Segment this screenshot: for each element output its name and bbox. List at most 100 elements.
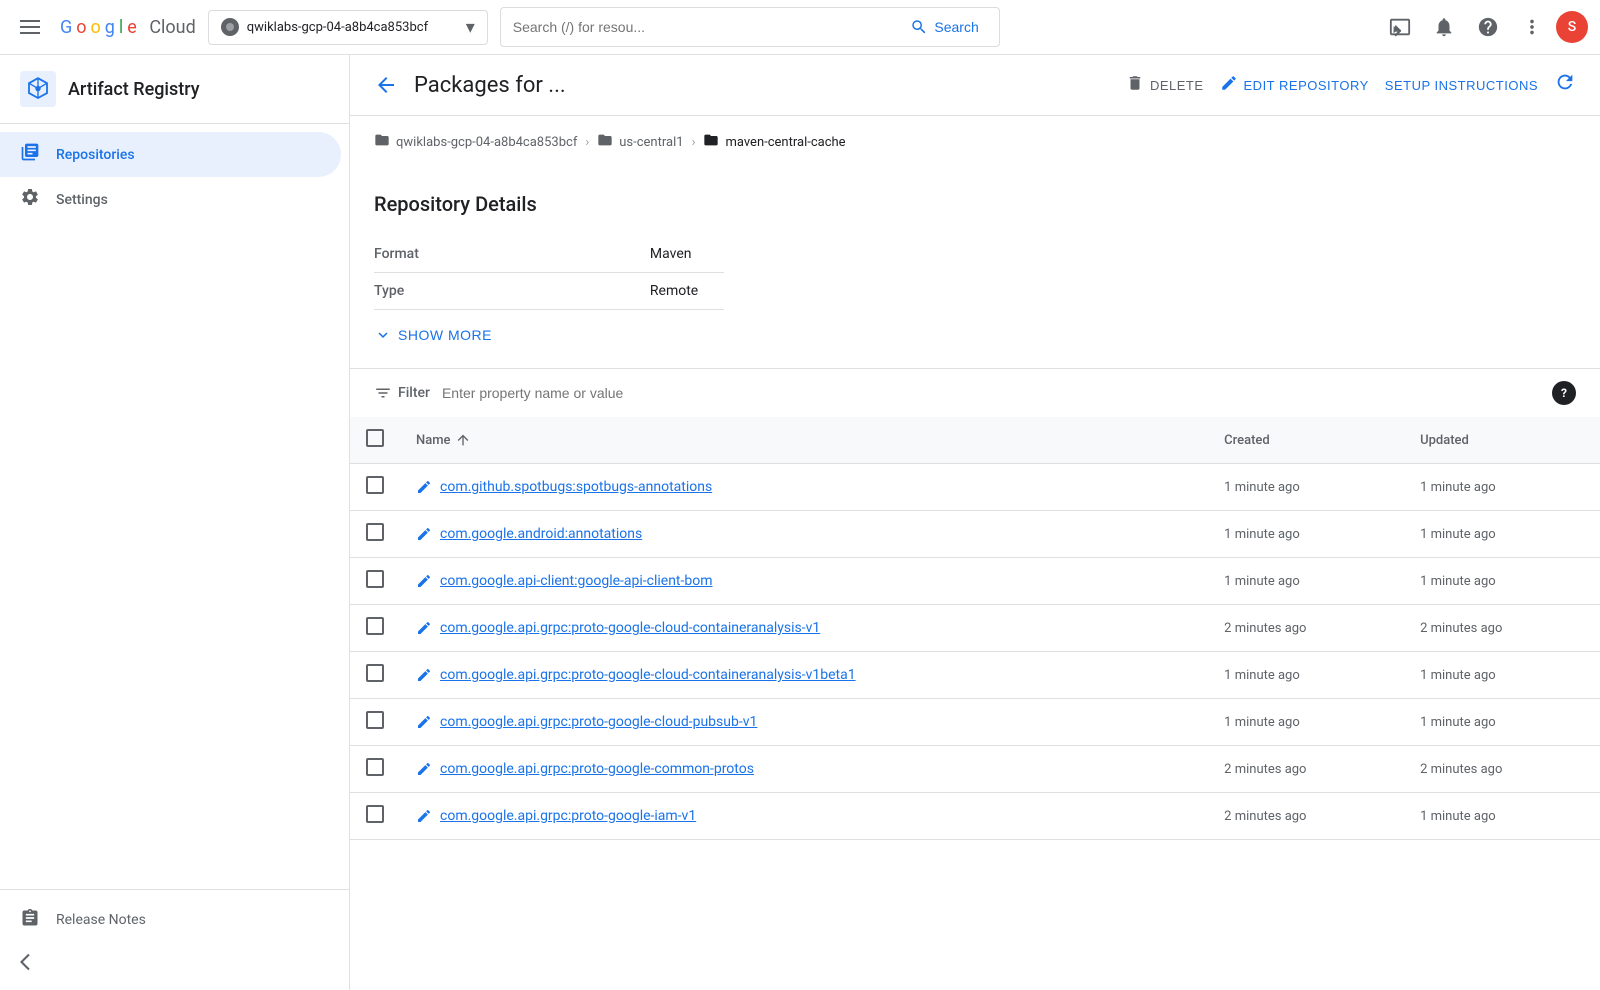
row-name-cell: com.google.android:annotations — [400, 511, 1208, 558]
row-updated-cell: 1 minute ago — [1404, 558, 1600, 605]
row-checkbox-6[interactable] — [366, 758, 384, 776]
package-link-3[interactable]: com.google.api.grpc:proto-google-cloud-c… — [416, 620, 1192, 636]
name-header-label: Name — [416, 433, 451, 448]
delete-icon — [1126, 74, 1144, 97]
breadcrumb-project[interactable]: qwiklabs-gcp-04-a8b4ca853bcf — [374, 132, 577, 152]
row-checkbox-3[interactable] — [366, 617, 384, 635]
created-time: 2 minutes ago — [1224, 762, 1306, 777]
sidebar-collapse-button[interactable] — [0, 942, 349, 982]
show-more-button[interactable]: SHOW MORE — [374, 326, 492, 344]
filter-bar: Filter ? — [350, 368, 1600, 417]
table-row: com.google.api.grpc:proto-google-common-… — [350, 746, 1600, 793]
search-input[interactable] — [513, 19, 895, 35]
search-button[interactable]: Search — [902, 14, 986, 40]
packages-table: Name Created Updated — [350, 417, 1600, 840]
repositories-icon — [20, 142, 40, 167]
release-notes-icon — [20, 908, 40, 932]
row-name-cell: com.google.api.grpc:proto-google-iam-v1 — [400, 793, 1208, 840]
settings-icon — [20, 187, 40, 212]
row-name-cell: com.github.spotbugs:spotbugs-annotations — [400, 464, 1208, 511]
project-name: qwiklabs-gcp-04-a8b4ca853bcf — [247, 20, 458, 35]
filter-icon-wrap: Filter — [374, 384, 430, 402]
row-updated-cell: 1 minute ago — [1404, 464, 1600, 511]
row-checkbox-cell — [350, 511, 400, 558]
detail-row-type: Type Remote — [374, 273, 724, 310]
package-name: com.google.android:annotations — [440, 526, 642, 542]
help-button[interactable] — [1468, 7, 1508, 47]
package-link-4[interactable]: com.google.api.grpc:proto-google-cloud-c… — [416, 667, 1192, 683]
type-label: Type — [374, 273, 650, 310]
search-button-label: Search — [934, 19, 978, 35]
sidebar-bottom: Release Notes — [0, 889, 349, 990]
table-row: com.github.spotbugs:spotbugs-annotations… — [350, 464, 1600, 511]
select-all-checkbox[interactable] — [366, 429, 384, 447]
row-created-cell: 1 minute ago — [1208, 511, 1404, 558]
package-link-5[interactable]: com.google.api.grpc:proto-google-cloud-p… — [416, 714, 1192, 730]
detail-row-format: Format Maven — [374, 236, 724, 273]
breadcrumb: qwiklabs-gcp-04-a8b4ca853bcf › us-centra… — [350, 116, 1600, 168]
terminal-button[interactable] — [1380, 7, 1420, 47]
more-options-button[interactable] — [1512, 7, 1552, 47]
row-created-cell: 1 minute ago — [1208, 699, 1404, 746]
name-column-header[interactable]: Name — [400, 417, 1208, 464]
package-name: com.github.spotbugs:spotbugs-annotations — [440, 479, 712, 495]
back-button[interactable] — [374, 73, 398, 97]
row-created-cell: 1 minute ago — [1208, 652, 1404, 699]
row-name-cell: com.google.api.grpc:proto-google-cloud-p… — [400, 699, 1208, 746]
notifications-button[interactable] — [1424, 7, 1464, 47]
package-name: com.google.api.grpc:proto-google-cloud-p… — [440, 714, 757, 730]
settings-label: Settings — [56, 192, 108, 208]
artifact-registry-icon — [20, 71, 56, 107]
package-link-2[interactable]: com.google.api-client:google-api-client-… — [416, 573, 1192, 589]
hamburger-menu[interactable] — [12, 12, 48, 42]
row-checkbox-0[interactable] — [366, 476, 384, 494]
breadcrumb-repo[interactable]: maven-central-cache — [703, 132, 845, 152]
package-link-7[interactable]: com.google.api.grpc:proto-google-iam-v1 — [416, 808, 1192, 824]
filter-input[interactable] — [442, 385, 1540, 401]
format-value: Maven — [650, 236, 724, 273]
sidebar-item-repositories[interactable]: Repositories — [0, 132, 341, 177]
row-checkbox-4[interactable] — [366, 664, 384, 682]
delete-button[interactable]: DELETE — [1126, 74, 1204, 97]
package-name: com.google.api-client:google-api-client-… — [440, 573, 713, 589]
row-checkbox-1[interactable] — [366, 523, 384, 541]
row-name-cell: com.google.api-client:google-api-client-… — [400, 558, 1208, 605]
created-time: 1 minute ago — [1224, 574, 1300, 589]
row-updated-cell: 1 minute ago — [1404, 699, 1600, 746]
created-time: 1 minute ago — [1224, 715, 1300, 730]
row-name-cell: com.google.api.grpc:proto-google-common-… — [400, 746, 1208, 793]
sidebar-navigation: Repositories Settings — [0, 124, 349, 889]
row-checkbox-7[interactable] — [366, 805, 384, 823]
user-avatar[interactable]: S — [1556, 11, 1588, 43]
sidebar-item-settings[interactable]: Settings — [0, 177, 341, 222]
package-link-6[interactable]: com.google.api.grpc:proto-google-common-… — [416, 761, 1192, 777]
table-row: com.google.api.grpc:proto-google-cloud-p… — [350, 699, 1600, 746]
table-header-row: Name Created Updated — [350, 417, 1600, 464]
updated-time: 1 minute ago — [1420, 668, 1496, 683]
project-icon — [221, 18, 239, 36]
project-dropdown-arrow: ▾ — [466, 17, 475, 38]
repositories-label: Repositories — [56, 147, 135, 163]
page-title: Packages for ... — [414, 73, 1110, 98]
filter-label: Filter — [398, 385, 430, 401]
row-updated-cell: 2 minutes ago — [1404, 605, 1600, 652]
package-link-0[interactable]: com.github.spotbugs:spotbugs-annotations — [416, 479, 1192, 495]
breadcrumb-region[interactable]: us-central1 — [597, 132, 683, 152]
updated-time: 1 minute ago — [1420, 527, 1496, 542]
setup-instructions-button[interactable]: SETUP INSTRUCTIONS — [1385, 78, 1538, 93]
row-checkbox-cell — [350, 605, 400, 652]
refresh-button[interactable] — [1554, 71, 1576, 99]
package-link-1[interactable]: com.google.android:annotations — [416, 526, 1192, 542]
show-more-label: SHOW MORE — [398, 327, 492, 343]
breadcrumb-region-label: us-central1 — [619, 135, 683, 150]
project-selector[interactable]: qwiklabs-gcp-04-a8b4ca853bcf ▾ — [208, 10, 488, 45]
package-icon — [416, 479, 432, 495]
sidebar-item-release-notes[interactable]: Release Notes — [0, 898, 349, 942]
created-time: 2 minutes ago — [1224, 621, 1306, 636]
row-checkbox-5[interactable] — [366, 711, 384, 729]
package-name: com.google.api.grpc:proto-google-cloud-c… — [440, 620, 820, 636]
row-checkbox-2[interactable] — [366, 570, 384, 588]
edit-repository-button[interactable]: EDIT REPOSITORY — [1220, 74, 1369, 97]
filter-help-button[interactable]: ? — [1552, 381, 1576, 405]
repository-details-section: Repository Details Format Maven Type Rem… — [350, 168, 1600, 360]
